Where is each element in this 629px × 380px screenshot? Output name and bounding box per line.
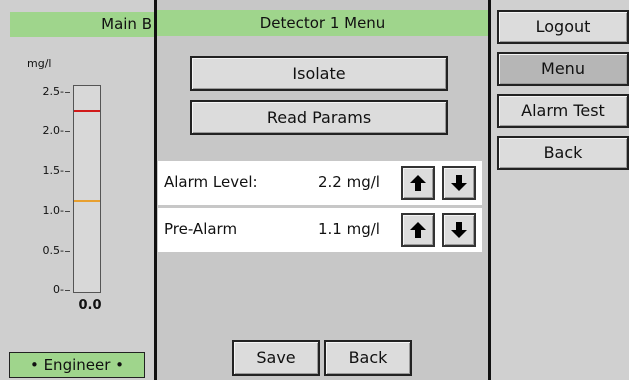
- gauge-unit-label: mg/l: [27, 57, 52, 70]
- menu-button[interactable]: Menu: [497, 52, 629, 86]
- logout-button[interactable]: Logout: [497, 10, 629, 44]
- tick-label: 1.5-: [22, 164, 70, 177]
- pre-alarm-label: Pre-Alarm: [164, 220, 238, 238]
- alarm-test-button[interactable]: Alarm Test: [497, 94, 629, 128]
- dialog-title: Detector 1 Menu: [157, 10, 488, 36]
- main-panel-title: Main B: [10, 12, 156, 37]
- alarm-level-row: Alarm Level: 2.2 mg/l: [158, 161, 482, 205]
- prealarm-level-marker: [74, 200, 100, 202]
- gauge-axis: 2.5- 2.0- 1.5- 1.0- 0.5- 0-: [22, 85, 70, 296]
- save-button[interactable]: Save: [232, 340, 320, 376]
- arrow-down-icon: [451, 175, 467, 191]
- gauge-current-value: 0.0: [78, 298, 102, 313]
- dialog-back-button[interactable]: Back: [324, 340, 412, 376]
- isolate-button[interactable]: Isolate: [190, 56, 448, 91]
- arrow-up-icon: [410, 222, 426, 238]
- arrow-down-icon: [451, 222, 467, 238]
- tick-label: 2.0-: [22, 124, 70, 137]
- pre-alarm-value: 1.1 mg/l: [318, 220, 380, 238]
- tick-label: 0.5-: [22, 244, 70, 257]
- alarm-level-label: Alarm Level:: [164, 173, 258, 191]
- pre-alarm-decrease-button[interactable]: [442, 213, 476, 247]
- arrow-up-icon: [410, 175, 426, 191]
- alarm-level-decrease-button[interactable]: [442, 166, 476, 200]
- side-back-button[interactable]: Back: [497, 136, 629, 170]
- read-params-button[interactable]: Read Params: [190, 100, 448, 135]
- alarm-level-increase-button[interactable]: [401, 166, 435, 200]
- user-role-badge: • Engineer •: [9, 352, 145, 378]
- alarm-level-value: 2.2 mg/l: [318, 173, 380, 191]
- level-gauge: [73, 85, 101, 293]
- pre-alarm-increase-button[interactable]: [401, 213, 435, 247]
- pre-alarm-row: Pre-Alarm 1.1 mg/l: [158, 208, 482, 252]
- alarm-level-marker: [74, 110, 100, 112]
- tick-label: 2.5-: [22, 85, 70, 98]
- tick-label: 1.0-: [22, 204, 70, 217]
- tick-label: 0-: [22, 283, 70, 296]
